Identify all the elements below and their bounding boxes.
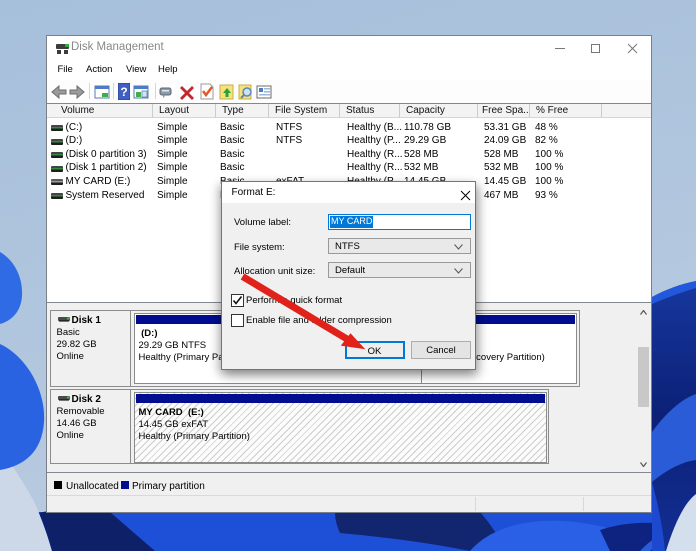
- svg-text:?: ?: [120, 85, 127, 99]
